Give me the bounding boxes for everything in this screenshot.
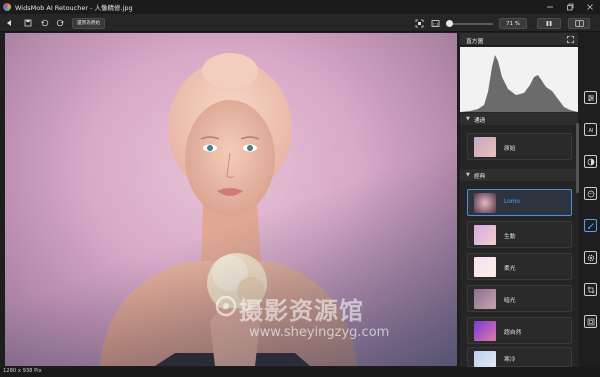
preset-soft-light[interactable]: 柔光	[467, 253, 572, 280]
preset-label: 超自然	[504, 330, 522, 336]
save-button[interactable]	[23, 17, 33, 29]
image-canvas[interactable]: 摄影资源馆 www.sheyingzyg.com	[5, 33, 457, 366]
redo-button[interactable]	[55, 17, 65, 29]
app-logo-icon	[3, 3, 11, 11]
watermark: 摄影资源馆 www.sheyingzyg.com	[215, 291, 445, 351]
histogram-header: 直方圖	[460, 33, 578, 46]
svg-text:AI: AI	[588, 128, 593, 134]
status-bar: 1280 x 938 Pix	[0, 367, 600, 377]
back-arrow-icon	[7, 20, 11, 26]
brush-icon	[587, 222, 594, 229]
watermark-text: 摄影资源馆	[239, 297, 364, 325]
save-icon	[24, 19, 32, 27]
close-icon	[587, 4, 593, 10]
tool-strip: AI	[580, 33, 600, 367]
preset-label: 原始	[504, 146, 516, 152]
zoom-percentage-field[interactable]: 71 %	[499, 18, 527, 29]
section-header-pass[interactable]: ▼ 通過	[460, 113, 578, 125]
crop-icon	[587, 286, 594, 293]
preset-label: 柔光	[504, 266, 516, 272]
preset-label: 寒冷	[504, 357, 516, 363]
actual-size-icon: 1:1	[431, 19, 439, 27]
preset-thumbnail	[474, 351, 496, 367]
undo-button[interactable]	[40, 17, 50, 29]
preset-vivid[interactable]: 生動	[467, 221, 572, 248]
preset-thumbnail	[474, 289, 496, 309]
actual-size-button[interactable]: 1:1	[430, 17, 440, 29]
pause-compare-icon	[546, 21, 552, 26]
preset-label: 生動	[504, 234, 516, 240]
zoom-slider-track[interactable]	[447, 23, 493, 25]
title-bar: WidsMob AI Retoucher - 人像精修.jpg	[0, 0, 600, 14]
preset-thumbnail	[474, 321, 496, 341]
settings-tool-button[interactable]	[584, 251, 597, 264]
crop-tool-button[interactable]	[584, 283, 597, 296]
preset-label: 暗光	[504, 298, 516, 304]
collapse-caret-icon: ▼	[466, 116, 470, 122]
preset-thumbnail	[474, 137, 496, 157]
frame-icon	[587, 318, 594, 325]
fit-screen-button[interactable]	[414, 17, 424, 29]
expand-icon[interactable]	[567, 36, 574, 43]
face-icon	[587, 190, 594, 197]
section-label-classic: 經典	[474, 173, 486, 180]
window-title: WidsMob AI Retoucher - 人像精修.jpg	[15, 4, 133, 12]
section-header-classic[interactable]: ▼ 經典	[460, 169, 578, 181]
restore-window-icon	[567, 3, 574, 11]
preset-thumbnail	[474, 193, 496, 213]
section-label-pass: 通過	[474, 117, 486, 124]
face-tool-button[interactable]	[584, 187, 597, 200]
histogram-graph	[460, 55, 578, 112]
preset-original[interactable]: 原始	[467, 133, 572, 160]
window-controls	[540, 0, 600, 14]
watermark-logo-icon	[215, 295, 237, 317]
frame-tool-button[interactable]	[584, 315, 597, 328]
compare-toggle-button[interactable]	[537, 18, 561, 29]
brush-tool-button[interactable]	[584, 219, 597, 232]
back-button[interactable]	[4, 17, 14, 29]
minimize-icon	[547, 6, 553, 8]
panel-scrollbar[interactable]	[576, 123, 579, 193]
restore-original-button[interactable]: 還原為原始	[72, 18, 105, 29]
lens-tool-button[interactable]	[584, 155, 597, 168]
histogram-chart	[460, 47, 578, 112]
ai-icon: AI	[588, 128, 593, 134]
preset-thumbnail	[474, 257, 496, 277]
ai-tool-button[interactable]: AI	[584, 123, 597, 136]
settings-icon	[587, 254, 594, 261]
redo-icon	[56, 19, 64, 27]
watermark-url: www.sheyingzyg.com	[249, 325, 390, 340]
preset-lomo[interactable]: Lomo	[467, 189, 572, 216]
preset-label: Lomo	[504, 199, 520, 205]
adjust-tool-button[interactable]	[584, 91, 597, 104]
preset-dark-light[interactable]: 暗光	[467, 285, 572, 312]
split-view-button[interactable]	[568, 18, 590, 29]
fit-screen-icon	[415, 19, 423, 27]
preset-surreal[interactable]: 超自然	[467, 317, 572, 344]
image-dimensions: 1280 x 938 Pix	[3, 368, 42, 374]
preset-thumbnail	[474, 225, 496, 245]
toolbar: 還原為原始 1:1 71 %	[0, 14, 600, 32]
zoom-slider-handle[interactable]	[446, 20, 454, 27]
lens-icon	[587, 158, 594, 165]
minimize-button[interactable]	[540, 0, 560, 14]
split-view-icon	[574, 20, 584, 27]
collapse-caret-icon: ▼	[466, 172, 470, 178]
undo-icon	[41, 19, 49, 27]
preset-cold[interactable]: 寒冷	[467, 347, 572, 367]
histogram-title: 直方圖	[466, 39, 484, 45]
adjust-icon	[587, 94, 594, 101]
svg-text:1:1: 1:1	[432, 22, 438, 26]
close-button[interactable]	[580, 0, 600, 14]
maximize-button[interactable]	[560, 0, 580, 14]
presets-panel: 直方圖 ▼ 通過 原始 ▼ 經典 Lomo 生動 柔光 暗光 超自然 寒冷	[460, 33, 579, 367]
